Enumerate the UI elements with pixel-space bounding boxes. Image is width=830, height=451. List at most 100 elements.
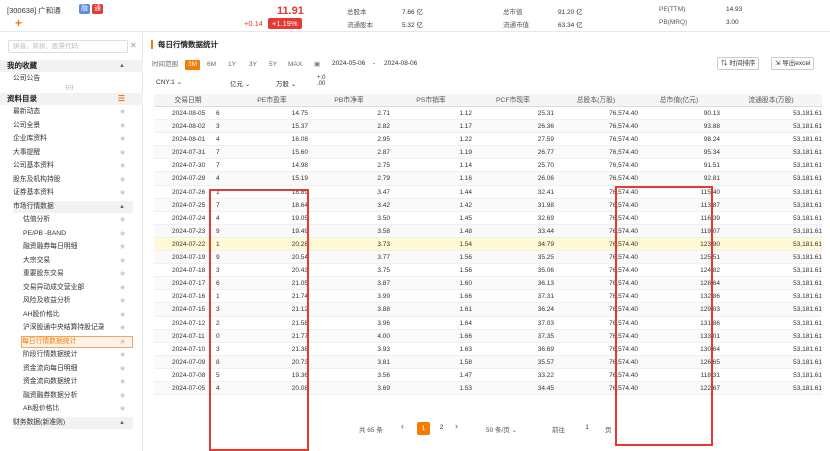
table-row[interactable]: 2024-07-11 0 21.77 4.00 1.66 37.35 76,574.40 13… xyxy=(154,329,822,343)
sidebar-item[interactable]: 市场行情数据 xyxy=(13,200,133,213)
star-icon[interactable]: ★ xyxy=(119,295,126,307)
star-icon[interactable]: ★ xyxy=(119,174,126,186)
star-icon[interactable]: ★ xyxy=(119,376,126,388)
star-icon[interactable]: ★ xyxy=(119,282,126,294)
col-header[interactable]: PS市销率 xyxy=(390,94,472,107)
sidebar-item[interactable]: AH股价格比 xyxy=(23,309,133,321)
table-row[interactable]: 2024-07-16 1 21.74 3.99 1.66 37.31 76,574.40 13… xyxy=(154,290,822,304)
sidebar-item[interactable]: 证券基本资料 xyxy=(13,187,133,199)
sidebar-item[interactable]: 大事提醒 xyxy=(13,147,133,159)
sidebar-item[interactable]: 交易异动成交营业部 xyxy=(23,282,133,294)
sidebar-item[interactable]: 大宗交易 xyxy=(23,255,133,267)
sidebar-item[interactable]: 沪深股通中央结算持股记录 xyxy=(23,322,133,334)
sidebar-item[interactable]: 公司全景 xyxy=(13,120,133,132)
sidebar-item[interactable]: PE/PB -BAND xyxy=(23,228,133,240)
table-row[interactable]: 2024-07-23 9 19.49 3.58 1.48 33.44 76,574.40 11… xyxy=(154,224,822,238)
fav-item[interactable]: 公司公告 xyxy=(13,73,133,85)
star-icon[interactable]: ★ xyxy=(119,309,126,321)
star-icon[interactable]: ★ xyxy=(119,133,126,145)
drag-handle-icon[interactable]: ⠿⠿ xyxy=(65,85,74,92)
sidebar-item[interactable]: 资金流向数据统计 xyxy=(23,376,133,388)
add-favorite-icon[interactable]: + xyxy=(15,17,22,29)
table-row[interactable]: 2024-07-19 9 20.54 3.77 1.56 35.25 76,574.40 12… xyxy=(154,251,822,265)
table-row[interactable]: 2024-07-24 4 19.05 3.50 1.45 32.69 76,574.40 11… xyxy=(154,212,822,225)
range-5y[interactable]: 5Y xyxy=(269,60,277,70)
range-3m[interactable]: 3M xyxy=(185,60,201,70)
next-page-icon[interactable]: › xyxy=(455,421,458,431)
table-row[interactable]: 2024-07-05 4 20.08 3.69 1.53 34.45 76,574.40 12… xyxy=(154,381,822,396)
sidebar-item[interactable]: 公司基本资料 xyxy=(13,160,133,172)
star-icon[interactable]: ★ xyxy=(119,349,126,361)
sidebar-item[interactable]: AB股价格比 xyxy=(23,403,133,415)
star-icon[interactable]: ★ xyxy=(119,214,126,226)
table-row[interactable]: 2024-07-30 7 14.98 2.75 1.14 25.70 76,574.40 91… xyxy=(154,159,822,173)
star-icon[interactable]: ★ xyxy=(119,106,126,118)
close-icon[interactable]: ✕ xyxy=(130,41,137,50)
sidebar-item[interactable]: 风险及收益分析 xyxy=(23,295,133,307)
star-icon[interactable]: ★ xyxy=(119,363,126,375)
col-header[interactable]: PE市盈率 xyxy=(236,94,308,107)
list-icon[interactable]: ☰ xyxy=(118,93,125,105)
table-row[interactable]: 2024-08-05 6 14.75 2.71 1.12 25.31 76,574.40 90… xyxy=(154,107,822,121)
col-header[interactable]: 总市值(亿元) xyxy=(638,94,720,107)
export-button[interactable]: ⇲ 导出excel xyxy=(771,57,815,70)
range-3y[interactable]: 3Y xyxy=(249,60,257,70)
calendar-icon[interactable]: ▣ xyxy=(314,60,320,68)
table-row[interactable]: 2024-07-10 3 21.38 3.93 1.63 36.69 76,574.40 13… xyxy=(154,343,822,356)
table-row[interactable]: 2024-07-18 3 20.43 3.75 1.56 35.06 76,574.40 12… xyxy=(154,264,822,278)
sidebar-item[interactable]: 阶段行情数据统计 xyxy=(23,349,133,361)
sidebar-item[interactable]: 重要股东交易 xyxy=(23,268,133,280)
star-icon[interactable]: ★ xyxy=(119,187,126,199)
col-header[interactable]: 总股本(万股) xyxy=(554,94,638,107)
star-icon[interactable]: ★ xyxy=(119,403,126,415)
search-input[interactable]: 拼音、简拼、股票代码 xyxy=(8,40,128,53)
col-header[interactable]: 交易日期 xyxy=(162,94,214,107)
page-2[interactable]: 2 xyxy=(435,422,448,435)
table-row[interactable]: 2024-07-09 8 20.73 3.81 1.58 35.57 76,574.40 12… xyxy=(154,355,822,369)
star-icon[interactable]: ★ xyxy=(119,322,126,334)
col-header[interactable]: 流通股本(万股) xyxy=(720,94,822,107)
range-6m[interactable]: 6M xyxy=(207,60,216,70)
star-icon[interactable]: ★ xyxy=(119,336,126,348)
unit-select-2[interactable]: 万股 ⌄ xyxy=(276,78,296,88)
date-to[interactable]: 2024-08-06 xyxy=(384,60,417,67)
table-row[interactable]: 2024-07-29 4 15.19 2.79 1.16 26.06 76,574.40 92… xyxy=(154,172,822,186)
star-icon[interactable]: ★ xyxy=(119,228,126,240)
star-icon[interactable]: ★ xyxy=(119,268,126,280)
table-row[interactable]: 2024-08-02 3 15.37 2.82 1.17 26.36 76,574.40 93… xyxy=(154,120,822,134)
chevron-up-icon[interactable]: ▲ xyxy=(119,417,125,429)
page-1[interactable]: 1 xyxy=(417,422,430,435)
table-row[interactable]: 2024-07-22 1 20.28 3.73 1.54 34.79 76,574.40 12… xyxy=(154,237,822,252)
sidebar-item[interactable]: 财务数据(新准则) xyxy=(13,416,133,429)
table-row[interactable]: 2024-08-01 4 16.08 2.95 1.22 27.59 76,574.40 98… xyxy=(154,133,822,147)
table-row[interactable]: 2024-07-31 7 15.60 2.87 1.19 26.77 76,574.40 95… xyxy=(154,146,822,160)
star-icon[interactable]: ★ xyxy=(119,255,126,267)
unit-select-1[interactable]: 亿元 ⌄ xyxy=(230,78,250,88)
currency-select[interactable]: CNY:1 ⌄ xyxy=(156,78,182,86)
star-icon[interactable]: ★ xyxy=(119,147,126,159)
table-row[interactable]: 2024-07-26 1 18.89 3.47 1.44 32.41 76,574.40 11… xyxy=(154,186,822,199)
decimal-toggle-icon[interactable]: +.0 .00 xyxy=(317,75,331,87)
col-header[interactable]: PCF市现率 xyxy=(472,94,554,107)
per-page-select[interactable]: 50 条/页 ⌄ xyxy=(486,424,517,434)
date-from[interactable]: 2024-05-06 xyxy=(332,60,365,67)
range-1y[interactable]: 1Y xyxy=(228,60,236,70)
col-header[interactable]: PB市净率 xyxy=(308,94,390,107)
sidebar-item[interactable]: 企业库资料 xyxy=(13,133,133,145)
range-max[interactable]: MAX xyxy=(288,60,302,70)
goto-input[interactable]: 1 xyxy=(576,422,598,435)
sidebar-item[interactable]: 资金流向每日明细 xyxy=(23,363,133,375)
star-icon[interactable]: ★ xyxy=(119,390,126,402)
star-icon[interactable]: ★ xyxy=(119,241,126,253)
chevron-up-icon[interactable]: ▲ xyxy=(119,201,125,213)
sidebar-item[interactable]: 股东及机构持股 xyxy=(13,174,133,186)
star-icon[interactable]: ★ xyxy=(119,160,126,172)
sidebar-item[interactable]: 融资融券数据分析 xyxy=(23,390,133,402)
star-icon[interactable]: ★ xyxy=(119,120,126,132)
table-row[interactable]: 2024-07-08 5 19.36 3.56 1.47 33.22 76,574.40 11… xyxy=(154,369,822,382)
sidebar-item[interactable]: 最新动态 xyxy=(13,106,133,118)
table-row[interactable]: 2024-07-17 6 21.05 3.87 1.60 36.13 76,574.40 12… xyxy=(154,277,822,291)
table-row[interactable]: 2024-07-25 7 18.64 3.42 1.42 31.98 76,574.40 11… xyxy=(154,198,822,212)
fav-title[interactable]: 我的收藏 ▲ xyxy=(7,60,135,72)
prev-page-icon[interactable]: ‹ xyxy=(401,421,404,431)
